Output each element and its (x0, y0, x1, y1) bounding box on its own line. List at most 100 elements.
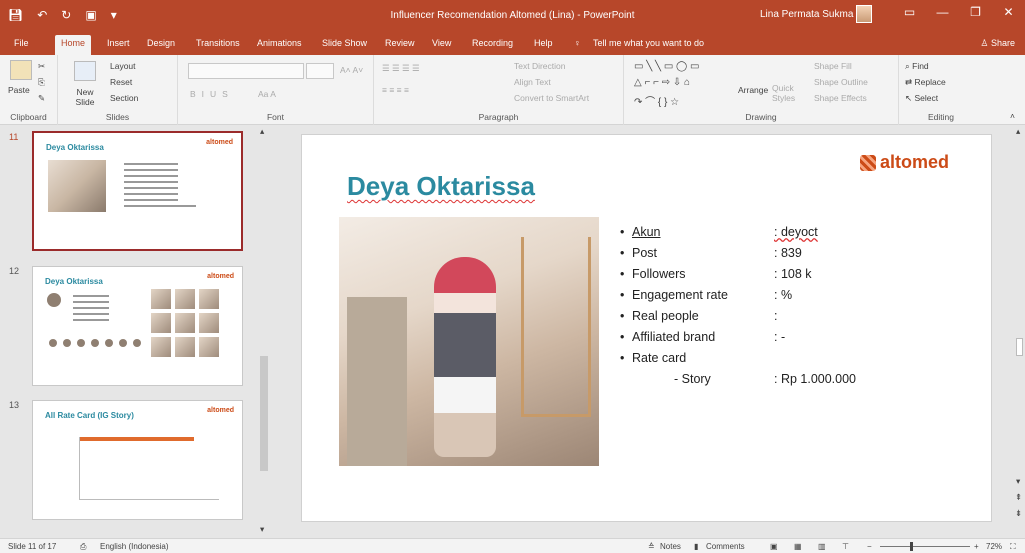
thumb-title: Deya Oktarissa (46, 143, 104, 152)
slideshow-view-icon[interactable]: ⊤ (842, 542, 849, 551)
copy-icon[interactable]: ⎘ (38, 77, 45, 88)
collapse-ribbon-icon[interactable]: ˄ (1010, 111, 1015, 121)
previous-slide-icon[interactable]: ⇞ (1015, 492, 1022, 503)
arrange-button[interactable]: Arrange (738, 85, 768, 95)
zoom-slider-thumb[interactable] (910, 542, 913, 551)
restore-button[interactable]: ❐ (959, 0, 992, 24)
text-direction-button[interactable]: Text Direction (514, 61, 566, 71)
find-label: Find (912, 61, 929, 71)
replace-button[interactable]: ⇄ Replace (905, 77, 946, 88)
slide-sorter-icon[interactable]: ▦ (794, 542, 802, 551)
tab-slide-show[interactable]: Slide Show (322, 38, 367, 48)
thumb-number: 11 (9, 132, 19, 142)
font-size-select[interactable] (306, 63, 334, 79)
zoom-out-icon[interactable]: − (867, 542, 872, 551)
status-bar: Slide 11 of 17 ⎙ English (Indonesia) ≙ N… (0, 538, 1025, 553)
row-label: Akun (632, 225, 661, 239)
info-list[interactable]: • Akun: deyoct • Post: 839 • Followers: 108… (620, 225, 960, 393)
tab-help[interactable]: Help (534, 38, 553, 48)
grid-image (175, 313, 195, 333)
font-size-icons[interactable]: A˄ A˅ (340, 65, 363, 75)
tab-transitions[interactable]: Transitions (196, 38, 240, 48)
tab-recording[interactable]: Recording (472, 38, 513, 48)
notes-button[interactable]: Notes (660, 542, 681, 551)
shape-effects-button[interactable]: Shape Effects (814, 93, 867, 103)
scrollbar-thumb[interactable] (1016, 338, 1023, 356)
paste-icon[interactable] (10, 60, 32, 80)
shape-outline-button[interactable]: Shape Outline (814, 77, 868, 87)
reading-view-icon[interactable]: ▥ (818, 542, 826, 551)
bullets-icon[interactable]: ☰ ☰ ☰ ☰ (382, 63, 420, 74)
paste-button[interactable]: Paste (8, 85, 30, 95)
zoom-slider[interactable] (880, 546, 970, 547)
slide-title[interactable]: Deya Oktarissa (347, 171, 535, 202)
highlight-circle (49, 339, 57, 347)
row-label: Real people (632, 309, 699, 323)
tab-file[interactable]: File (14, 38, 29, 48)
tell-me-search[interactable]: Tell me what you want to do (593, 38, 704, 48)
ribbon-display-icon[interactable]: ▭ (893, 0, 926, 24)
shapes-gallery[interactable]: ▭ ╲ ╲ ▭ ◯ ▭ (634, 61, 699, 72)
row-value: : 839 (774, 246, 802, 260)
tab-design[interactable]: Design (147, 38, 175, 48)
close-button[interactable]: ✕ (992, 0, 1025, 24)
convert-smartart-button[interactable]: Convert to SmartArt (514, 93, 589, 103)
comments-button[interactable]: Comments (706, 542, 745, 551)
font-family-select[interactable] (188, 63, 304, 79)
zoom-in-icon[interactable]: + (974, 542, 979, 551)
shapes-gallery-row3[interactable]: ↷ ⌒ { } ☆ (634, 93, 679, 108)
section-button[interactable]: Section (110, 93, 138, 103)
user-name[interactable]: Lina Permata Sukma (760, 9, 853, 20)
share-button[interactable]: ♙ Share (980, 38, 1015, 49)
spelling-icon[interactable]: ⎙ (80, 542, 86, 552)
minimize-button[interactable]: — (926, 0, 959, 24)
fit-slide-icon[interactable]: ⛶ (1010, 542, 1016, 552)
profile-image (47, 293, 61, 307)
thumbnail-scrollbar[interactable]: ▴ ▾ (258, 126, 270, 538)
tab-animations[interactable]: Animations (257, 38, 302, 48)
next-slide-icon[interactable]: ⇟ (1015, 508, 1022, 519)
tab-insert[interactable]: Insert (107, 38, 130, 48)
bullet-icon: • (620, 309, 625, 323)
normal-view-icon[interactable]: ▣ (770, 542, 778, 551)
find-button[interactable]: ⌕ Find (905, 61, 929, 72)
avatar[interactable] (856, 5, 872, 23)
tab-view[interactable]: View (432, 38, 451, 48)
photo-person (434, 257, 496, 457)
highlight-circle (63, 339, 71, 347)
slide-canvas[interactable]: altomed Deya Oktarissa • Akun: deyoct • Po… (301, 134, 992, 522)
quick-styles-button[interactable]: Quick Styles (772, 83, 800, 103)
chart-bar (80, 437, 194, 441)
slide-thumbnail-12[interactable]: Deya Oktarissa altomed (32, 266, 243, 386)
format-painter-icon[interactable]: ✎ (38, 93, 45, 104)
reset-button[interactable]: Reset (110, 77, 132, 87)
shapes-gallery-row2[interactable]: △ ⌐ ⌐ ⇨ ⇩ ⌂ (634, 77, 690, 88)
slide-thumbnail-11[interactable]: Deya Oktarissa altomed (32, 131, 243, 251)
scroll-up-icon[interactable]: ▴ (260, 126, 264, 137)
tab-home[interactable]: Home (55, 35, 92, 55)
cut-icon[interactable]: ✂ (38, 61, 45, 72)
thumb-logo: altomed (206, 139, 233, 146)
influencer-photo[interactable] (339, 217, 599, 466)
font-format-icons[interactable]: BIUS (190, 89, 234, 99)
slide-scrollbar[interactable]: ▴ ▾ ⇞ ⇟ (1014, 126, 1025, 538)
scroll-down-icon[interactable]: ▾ (1016, 476, 1020, 487)
scroll-down-icon[interactable]: ▾ (260, 524, 264, 535)
align-text-button[interactable]: Align Text (514, 77, 551, 87)
new-slide-icon[interactable] (74, 61, 96, 81)
zoom-percent[interactable]: 72% (986, 542, 1002, 551)
layout-button[interactable]: Layout (110, 61, 136, 71)
font-color-icon[interactable]: Aa A (258, 89, 276, 99)
language-indicator[interactable]: English (Indonesia) (100, 542, 168, 551)
align-icons[interactable]: ≡ ≡ ≡ ≡ (382, 85, 409, 95)
thumb-title: All Rate Card (IG Story) (45, 411, 134, 420)
scroll-up-icon[interactable]: ▴ (1016, 126, 1020, 137)
shape-fill-button[interactable]: Shape Fill (814, 61, 852, 71)
tab-review[interactable]: Review (385, 38, 415, 48)
new-slide-button[interactable]: New Slide (68, 87, 102, 107)
scrollbar-thumb[interactable] (260, 356, 268, 471)
select-button[interactable]: ↖ Select (905, 93, 938, 104)
slide-thumbnail-13[interactable]: All Rate Card (IG Story) altomed (32, 400, 243, 520)
slides-label: Slides (105, 112, 130, 122)
list-item: • Rate card (620, 351, 960, 372)
